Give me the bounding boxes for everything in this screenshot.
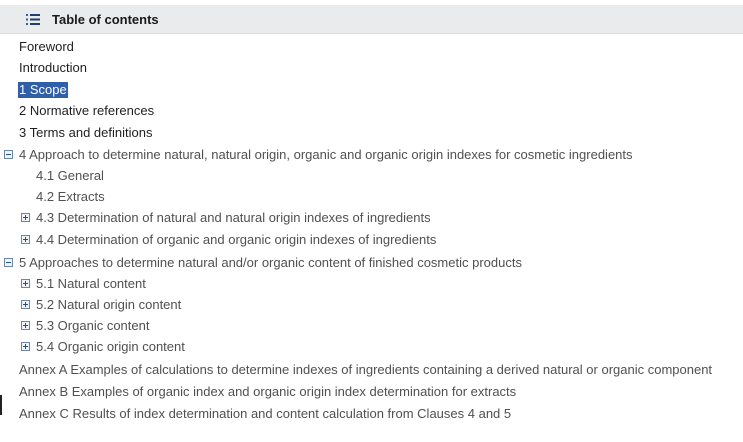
toc-title: Table of contents	[52, 12, 159, 27]
expand-icon[interactable]	[21, 342, 30, 351]
expand-icon[interactable]	[21, 235, 30, 244]
list-icon	[26, 14, 40, 25]
toc-item-label[interactable]: 4.4 Determination of organic and organic…	[36, 232, 436, 248]
toc-header: Table of contents	[0, 5, 743, 34]
collapse-icon[interactable]	[4, 150, 13, 159]
toc-item-label[interactable]: 4 Approach to determine natural, natural…	[19, 147, 633, 163]
collapse-icon[interactable]	[4, 258, 13, 267]
expand-icon[interactable]	[21, 300, 30, 309]
toc-item-label[interactable]: 5.3 Organic content	[36, 318, 149, 334]
toc-item-label[interactable]: Annex A Examples of calculations to dete…	[19, 362, 712, 378]
toc-item-label[interactable]: Introduction	[19, 60, 87, 76]
expand-icon[interactable]	[21, 213, 30, 222]
toc-item-label[interactable]: 5 Approaches to determine natural and/or…	[19, 255, 522, 271]
toc-item-label[interactable]: 2 Normative references	[19, 103, 154, 119]
toc-item-label[interactable]: 4.1 General	[36, 168, 104, 184]
toc-item-label[interactable]: 4.3 Determination of natural and natural…	[36, 210, 431, 226]
toc-item-label[interactable]: 5.1 Natural content	[36, 276, 146, 292]
toc-item-label[interactable]: 1 Scope	[18, 82, 68, 98]
expand-icon[interactable]	[21, 279, 30, 288]
toc-item-label[interactable]: 3 Terms and definitions	[19, 125, 152, 141]
toc-item-label[interactable]: Annex C Results of index determination a…	[19, 406, 511, 422]
window-edge	[0, 395, 2, 415]
toc-item-label[interactable]: Annex B Examples of organic index and or…	[19, 384, 516, 400]
toc-item-label[interactable]: 4.2 Extracts	[36, 189, 105, 205]
expand-icon[interactable]	[21, 321, 30, 330]
toc-item-label[interactable]: 5.2 Natural origin content	[36, 297, 181, 313]
toc-item-label[interactable]: Foreword	[19, 39, 74, 55]
toc-item-label[interactable]: 5.4 Organic origin content	[36, 339, 185, 355]
